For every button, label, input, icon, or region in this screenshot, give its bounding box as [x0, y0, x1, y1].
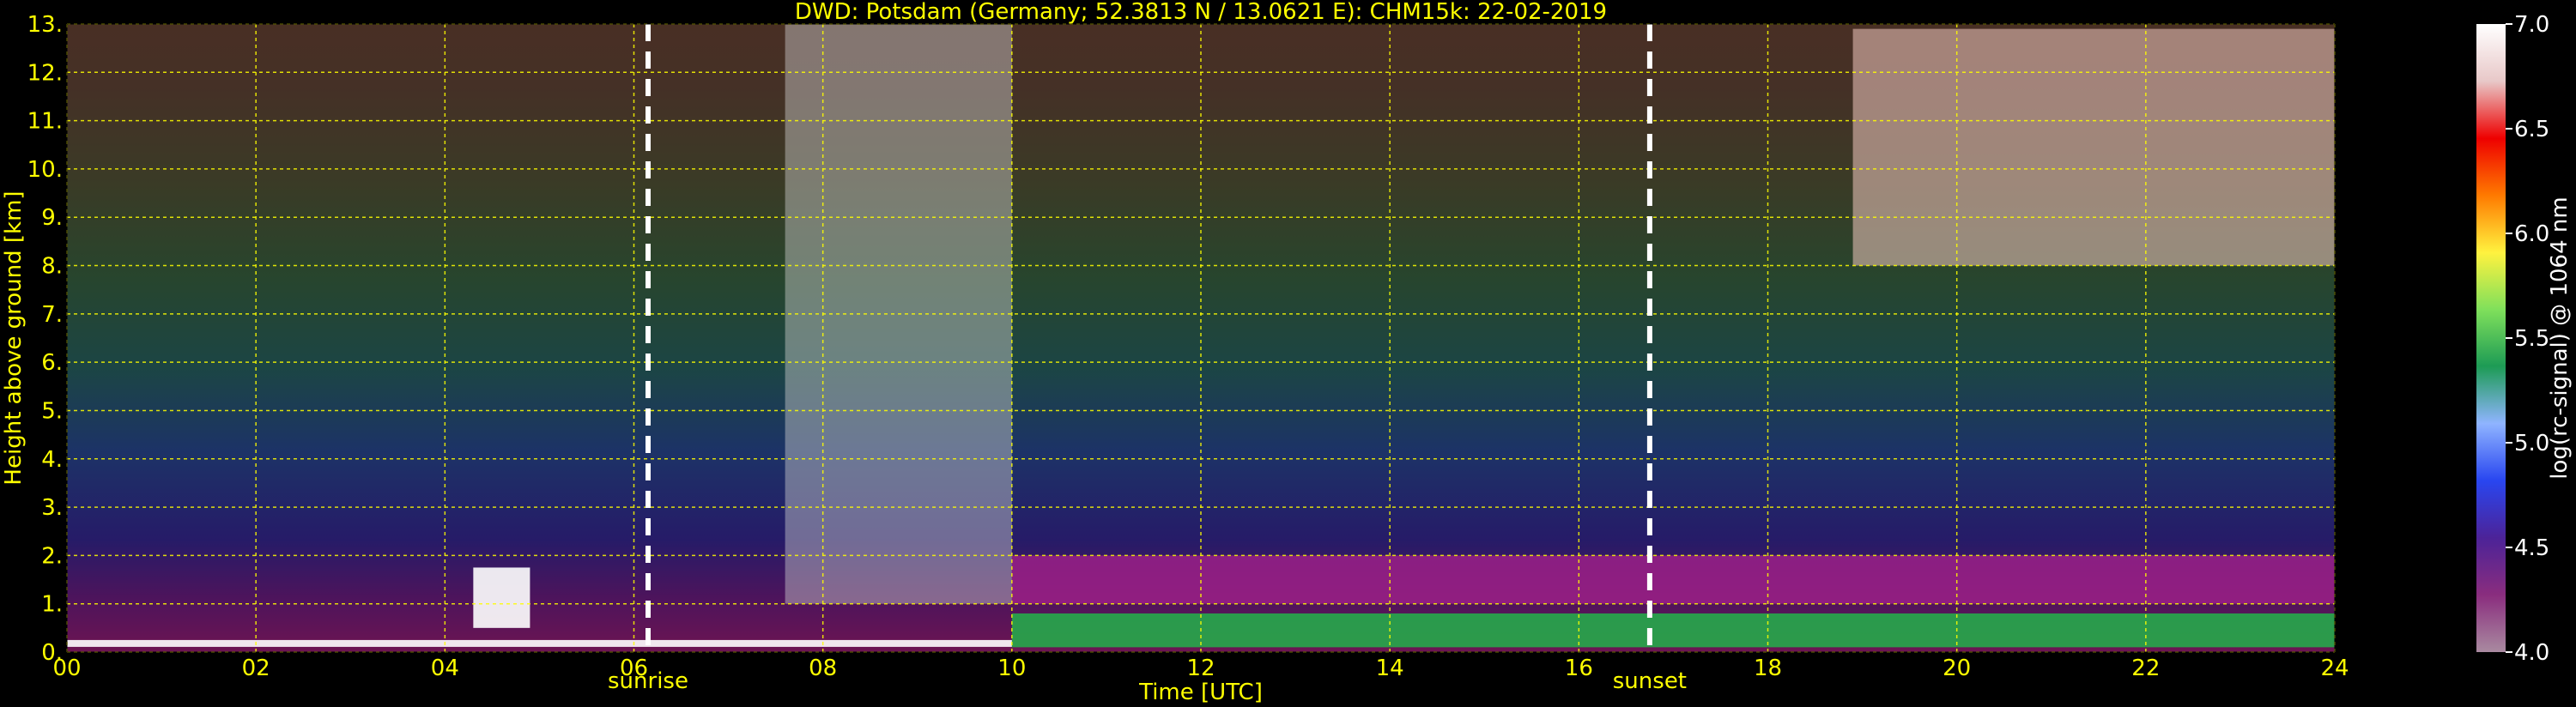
- x-tick-label: 24: [2320, 656, 2349, 681]
- colorbar-tick-label: 4.0: [2514, 640, 2549, 666]
- x-tick-label: 16: [1565, 656, 1593, 681]
- colorbar-tick-label: 6.5: [2514, 117, 2549, 142]
- x-tick-label: 22: [2131, 656, 2160, 681]
- y-tick-labels: 0. 1. 2. 3. 4. 5. 6. 7. 8. 9. 10. 11. 12. 13.: [27, 12, 63, 666]
- colorbar-tick-label: 5.0: [2514, 431, 2549, 456]
- sunrise-label: sunrise: [608, 668, 688, 694]
- sunset-label: sunset: [1613, 668, 1687, 694]
- colorbar: 4.0 4.5 5.0 5.5 6.0 6.5 7.0 log(rc-signal) @ 1…: [2476, 12, 2573, 666]
- colorbar-tick-label: 5.5: [2514, 326, 2549, 352]
- y-tick-label: 2.: [41, 543, 63, 569]
- x-tick-label: 08: [809, 656, 837, 681]
- y-axis-label: Height above ground [km]: [1, 190, 27, 485]
- y-tick-label: 1.: [41, 592, 63, 618]
- y-tick-label: 11.: [27, 109, 63, 135]
- ground-return-line: [67, 639, 1012, 647]
- colorbar-tick-label: 7.0: [2514, 12, 2549, 38]
- x-tick-label: 04: [431, 656, 459, 681]
- x-tick-labels: 00 02 04 06 08 10 12 14 16 18 20 22 24: [52, 656, 2349, 681]
- colorbar-tick-labels: 4.0 4.5 5.0 5.5 6.0 6.5 7.0: [2506, 12, 2549, 666]
- feature-low-cloud: [473, 567, 530, 628]
- colorbar-tick-label: 6.0: [2514, 221, 2549, 247]
- ceilometer-chart: 00 02 04 06 08 10 12 14 16 18 20 22 24 0.1.2.3.4.5.6…: [1, 0, 2573, 705]
- x-tick-label: 14: [1376, 656, 1404, 681]
- y-tick-label: 6.: [41, 350, 63, 376]
- chart-title: DWD: Potsdam (Germany; 52.3813 N / 13.06…: [795, 0, 1607, 25]
- x-tick-label: 18: [1754, 656, 1782, 681]
- y-tick-label: 3.: [41, 495, 63, 521]
- x-tick-label: 12: [1186, 656, 1215, 681]
- y-tick-label: 10.: [27, 157, 63, 183]
- y-tick-label: 5.: [41, 398, 63, 424]
- plot-area: [66, 23, 2336, 653]
- y-tick-label: 13.: [27, 12, 63, 38]
- y-tick-label: 12.: [27, 60, 63, 86]
- colorbar-gradient: [2476, 24, 2506, 652]
- x-axis-label: Time [UTC]: [1138, 680, 1263, 705]
- colorbar-tick-label: 4.5: [2514, 535, 2549, 561]
- feature-aerosol-layer: [1011, 555, 2335, 604]
- y-tick-label: 0.: [41, 640, 63, 666]
- feature-cirrus: [1852, 28, 2335, 266]
- x-tick-label: 02: [242, 656, 270, 681]
- x-tick-label: 10: [997, 656, 1026, 681]
- feature-boundary-layer: [1011, 613, 2335, 648]
- y-tick-label: 7.: [41, 302, 63, 328]
- y-tick-label: 8.: [41, 254, 63, 280]
- y-tick-label: 9.: [41, 205, 63, 231]
- colorbar-label: log(rc-signal) @ 1064 nm: [2547, 196, 2573, 479]
- y-tick-label: 4.: [41, 447, 63, 473]
- x-tick-label: 20: [1943, 656, 1971, 681]
